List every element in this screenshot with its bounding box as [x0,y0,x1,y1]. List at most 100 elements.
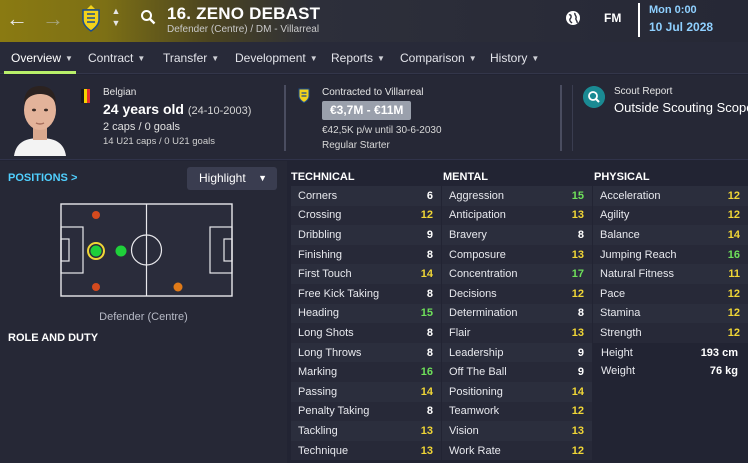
tab-development[interactable]: Development ▼ [235,51,318,65]
globe-icon[interactable] [565,10,581,26]
attribute-row[interactable]: Long Shots 8 [291,323,441,343]
role-duty-title: ROLE AND DUTY [8,332,99,344]
attribute-name: Composure [449,248,506,261]
attribute-row[interactable]: Concentration 17 [442,264,592,284]
attribute-row[interactable]: Tackling 13 [291,421,441,441]
attribute-row[interactable]: Free Kick Taking 8 [291,283,441,304]
attribute-row[interactable]: Technique 13 [291,440,441,461]
attribute-row[interactable]: Crossing 12 [291,205,441,226]
tab-history[interactable]: History ▼ [490,51,539,65]
scout-search-icon[interactable] [583,86,605,108]
date-display[interactable]: Mon 0:00 10 Jul 2028 [638,3,748,37]
attribute-value: 17 [571,268,584,281]
attribute-row[interactable]: Strength 12 [593,323,748,343]
attribute-row[interactable]: Leadership 9 [442,342,592,363]
attribute-row[interactable]: Balance 14 [593,225,748,245]
attribute-row[interactable]: Acceleration 12 [593,186,748,206]
age-value: 24 years old [103,101,184,117]
attribute-row[interactable]: Dribbling 9 [291,225,441,245]
highlight-label: Highlight [199,171,246,185]
attribute-name: Vision [449,424,479,437]
attribute-row[interactable]: Jumping Reach 16 [593,244,748,265]
attribute-row[interactable]: Finishing 8 [291,244,441,265]
tab-reports[interactable]: Reports ▼ [331,51,385,65]
position-marker-defender-right[interactable] [92,283,100,291]
attribute-value: 12 [571,287,584,300]
forward-arrow-icon[interactable]: → [42,6,64,32]
transfer-value-badge[interactable]: €3,7M - €11M [322,101,412,120]
positions-link[interactable]: POSITIONS > [8,172,77,184]
club-crest-icon [298,88,310,103]
attribute-row[interactable]: Aggression 15 [442,186,592,206]
search-icon[interactable] [140,9,156,25]
back-arrow-icon[interactable]: ← [6,6,28,32]
nationality[interactable]: Belgian [103,87,136,98]
attribute-row[interactable]: Teamwork 12 [442,401,592,422]
attribute-row[interactable]: Anticipation 13 [442,205,592,226]
position-marker-defender-centre[interactable] [90,245,102,257]
measurement-row: Height 193 cm [593,344,748,362]
scout-report-title: Scout Report [614,86,673,97]
chevron-down-icon: ▼ [65,54,73,63]
physical-attributes: Acceleration 12 Agility 12 Balance 14 Jumping … [593,186,748,343]
attribute-name: Determination [449,307,518,320]
attribute-row[interactable]: Stamina 12 [593,303,748,324]
chevron-right-icon: > [70,172,78,184]
chevron-up-icon[interactable]: ▲ [112,5,121,17]
tab-label: Overview [11,51,62,65]
tab-overview[interactable]: Overview ▼ [11,51,73,65]
tab-comparison[interactable]: Comparison ▼ [400,51,477,65]
attribute-value: 6 [426,189,433,202]
tab-label: Comparison [400,51,465,65]
attribute-row[interactable]: Work Rate 12 [442,440,592,461]
position-marker-defender-left[interactable] [92,211,100,219]
attribute-name: Balance [600,228,640,241]
attribute-name: Technique [298,444,349,457]
attribute-row[interactable]: Pace 12 [593,283,748,304]
attribute-name: Agility [600,209,630,222]
attribute-value: 12 [727,189,740,202]
technical-header: TECHNICAL [291,171,355,183]
player-switcher[interactable]: ▲ ▼ [110,5,122,29]
tab-transfer[interactable]: Transfer ▼ [163,51,219,65]
position-pitch[interactable] [60,203,233,297]
attribute-row[interactable]: Natural Fitness 11 [593,264,748,284]
attribute-name: Work Rate [449,444,501,457]
attribute-row[interactable]: Positioning 14 [442,381,592,402]
attribute-value: 14 [420,385,433,398]
chevron-down-icon: ▼ [309,54,318,63]
position-marker-defensive-midfielder[interactable] [115,245,127,257]
attribute-row[interactable]: Vision 13 [442,421,592,441]
attribute-row[interactable]: Determination 8 [442,303,592,324]
highlight-dropdown[interactable]: Highlight ▼ [187,167,277,190]
attribute-value: 12 [727,287,740,300]
attribute-value: 13 [420,424,433,437]
attribute-row[interactable]: Passing 14 [291,381,441,402]
date-of-birth: (24-10-2003) [187,105,252,117]
tab-contract[interactable]: Contract ▼ [88,51,145,65]
attribute-row[interactable]: Composure 13 [442,244,592,265]
attribute-row[interactable]: First Touch 14 [291,264,441,284]
fm-logo[interactable]: FM [604,11,621,25]
attribute-row[interactable]: Agility 12 [593,205,748,226]
attribute-row[interactable]: Marking 16 [291,362,441,382]
attribute-row[interactable]: Bravery 8 [442,225,592,245]
scout-report-value[interactable]: Outside Scouting Scope [614,100,748,115]
player-photo[interactable] [8,80,72,156]
chevron-down-icon[interactable]: ▼ [112,17,121,29]
attribute-row[interactable]: Long Throws 8 [291,342,441,363]
attribute-row[interactable]: Decisions 12 [442,283,592,304]
attribute-row[interactable]: Off The Ball 9 [442,362,592,382]
attribute-row[interactable]: Penalty Taking 8 [291,401,441,422]
attribute-name: Corners [298,189,338,202]
attribute-value: 13 [571,424,584,437]
attribute-name: Anticipation [449,209,506,222]
attribute-row[interactable]: Heading 15 [291,303,441,324]
contract-club[interactable]: Contracted to Villarreal [322,87,424,98]
villarreal-crest-icon[interactable] [80,4,102,32]
measurement-name: Height [601,347,633,359]
tab-label: Transfer [163,51,208,65]
position-marker-midfielder-right[interactable] [173,282,183,292]
attribute-row[interactable]: Flair 13 [442,323,592,343]
attribute-row[interactable]: Corners 6 [291,186,441,206]
